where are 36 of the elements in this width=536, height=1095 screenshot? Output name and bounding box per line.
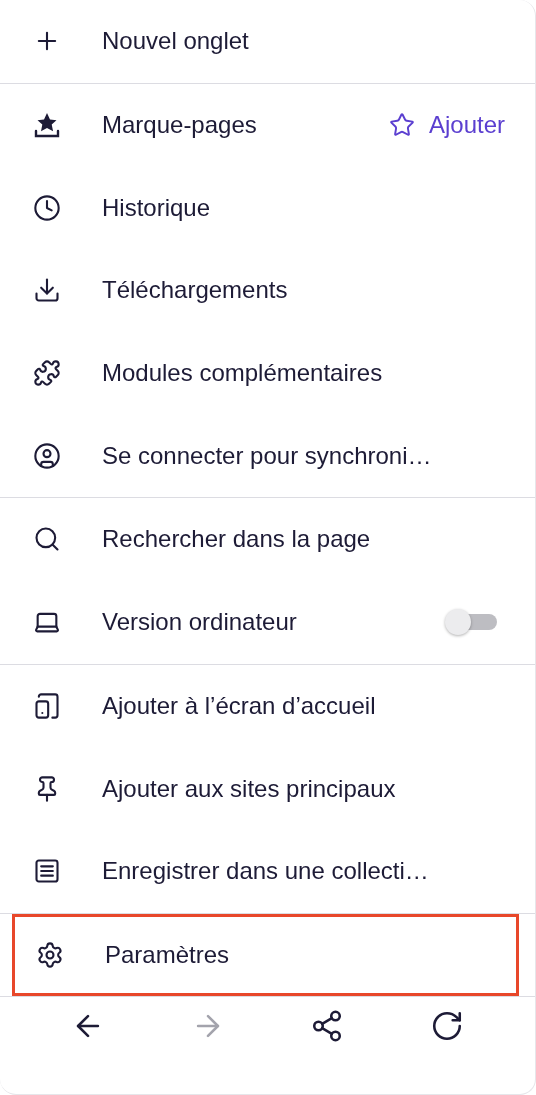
menu-item[interactable]: Ajouter aux sites principaux: [0, 747, 535, 830]
menu-item[interactable]: Nouvel onglet: [0, 0, 535, 83]
search-icon: [33, 525, 61, 554]
phone-icon: [33, 691, 61, 720]
menu-item[interactable]: Marque-pages Ajouter: [0, 83, 535, 167]
menu-item-label: Marque-pages: [102, 111, 258, 140]
menu-item-label: Rechercher dans la page: [102, 525, 372, 554]
clock-icon: [33, 193, 61, 222]
menu-item[interactable]: Version ordinateur: [0, 580, 535, 664]
menu-item-label: Téléchargements: [102, 276, 289, 305]
star-tray-icon: [33, 111, 61, 140]
menu-item[interactable]: Enregistrer dans une collecti…: [0, 829, 535, 913]
menu-item-label: Nouvel onglet: [102, 27, 250, 56]
menu-item[interactable]: Paramètres: [12, 913, 519, 997]
settings-icon: [36, 940, 64, 969]
menu-item-label: Ajouter aux sites principaux: [102, 774, 397, 803]
star-icon: [388, 112, 415, 139]
collection-icon: [33, 857, 61, 886]
menu-item[interactable]: Rechercher dans la page: [0, 498, 535, 581]
menu-item-label: Version ordinateur: [102, 608, 298, 637]
toggle-switch[interactable]: [445, 609, 497, 636]
user-icon: [33, 441, 61, 470]
menu-item-label: Se connecter pour synchroni…: [102, 441, 433, 470]
menu-item-label: Modules complémentaires: [102, 359, 384, 388]
menu-item-label: Historique: [102, 193, 212, 222]
puzzle-icon: [33, 359, 61, 388]
menu-item[interactable]: Historique: [0, 166, 535, 250]
menu-item[interactable]: Ajouter à l’écran d’accueil: [0, 664, 535, 748]
menu-item[interactable]: Modules complémentaires: [0, 331, 535, 415]
menu-item-label: Ajouter à l’écran d’accueil: [102, 691, 377, 720]
menu-item-label: Enregistrer dans une collecti…: [102, 857, 430, 886]
menu-item-label: Paramètres: [105, 940, 231, 969]
menu-item[interactable]: Téléchargements: [0, 249, 535, 332]
download-icon: [33, 276, 61, 305]
menu-item[interactable]: Se connecter pour synchroni…: [0, 414, 535, 498]
add-bookmark-button[interactable]: Ajouter: [388, 111, 505, 140]
